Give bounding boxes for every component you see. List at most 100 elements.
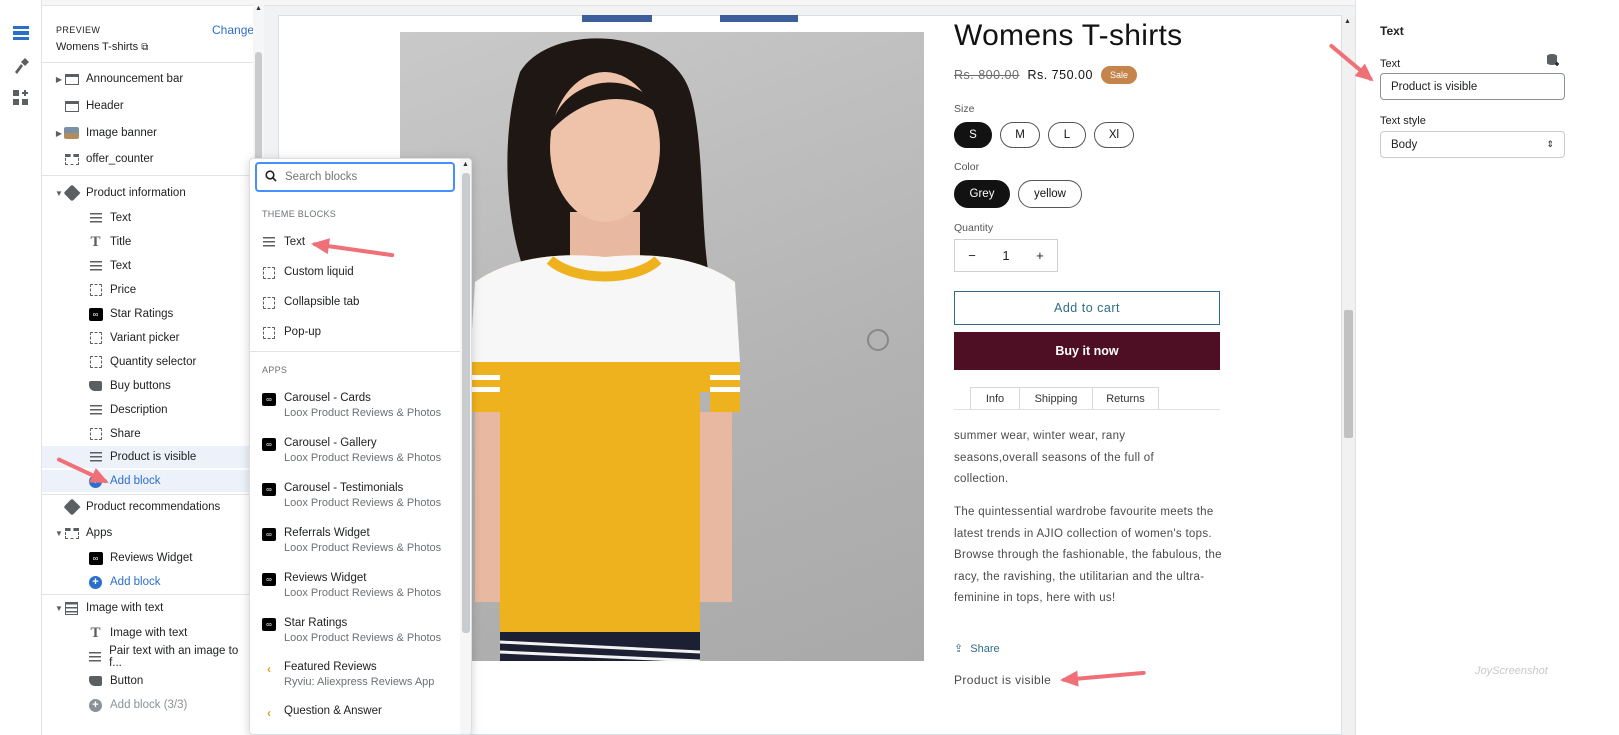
search-input[interactable] [285,171,435,183]
theme-settings-icon[interactable] [10,55,32,77]
size-option-m[interactable]: M [1000,122,1040,148]
scroll-up-icon[interactable]: ▲ [1344,18,1351,25]
scroll-up-icon[interactable]: ▲ [462,161,469,168]
scroll-up-icon[interactable]: ▲ [255,5,262,12]
caret-down-icon: ▼ [55,603,63,613]
block-icon [89,332,102,344]
search-field[interactable] [255,162,455,192]
preview-label: PREVIEW [56,25,101,35]
block-text-2[interactable]: Text [42,255,252,277]
color-option-yellow[interactable]: yellow [1018,180,1082,208]
section-apps[interactable]: ▼ Apps [42,522,252,544]
text-setting-label: Text [1380,58,1401,70]
app-block-referrals-widget[interactable]: ∞ Referrals Widget Loox Product Reviews & … [262,527,457,554]
editor-rail [0,0,42,735]
block-variant-picker[interactable]: Variant picker [42,327,252,349]
text-icon [88,652,101,662]
app-block-reviews-widget[interactable]: ∞ Reviews Widget Loox Product Reviews & Ph… [262,572,457,599]
block-pair-text[interactable]: Pair text with an image to f... [42,645,252,669]
loox-app-icon: ∞ [262,438,276,451]
price-block: Rs. 800.00 Rs. 750.00 [954,68,1093,82]
app-block-carousel-gallery[interactable]: ∞ Carousel - Gallery Loox Product Reviews … [262,437,457,464]
block-icon [89,284,102,296]
tab-info[interactable]: Info [970,387,1020,410]
text-style-select[interactable]: Body ⇕ [1380,131,1565,158]
buy-it-now-button[interactable]: Buy it now [954,332,1220,370]
top-strip [264,0,1355,6]
image-with-text-icon [65,601,78,615]
app-block-question-answer[interactable]: ‹ Question & Answer [262,705,457,720]
size-option-l[interactable]: L [1048,122,1086,148]
popup-divider [250,351,471,352]
quantity-input[interactable]: 1 [1002,248,1009,263]
add-block-button-apps[interactable]: + Add block [42,571,252,593]
add-to-cart-button[interactable]: Add to cart [954,291,1220,325]
image-thumb-icon [64,127,79,139]
section-announcement-bar[interactable]: ▶ Announcement bar [42,68,252,90]
settings-title: Text [1380,24,1404,38]
ryviu-app-icon: ‹ [267,706,271,720]
app-block-star-ratings[interactable]: ∞ Star Ratings Loox Product Reviews & Phot… [262,617,457,644]
block-price[interactable]: Price [42,279,252,301]
section-icon [64,100,79,112]
app-embeds-icon[interactable] [10,87,32,109]
size-option-xl[interactable]: Xl [1094,122,1134,148]
canvas-scrollbar-thumb[interactable] [1344,310,1353,438]
quantity-minus-button[interactable]: − [968,248,976,263]
custom-text-block: Product is visible [954,673,1052,687]
block-icon [263,297,275,309]
section-product-recommendations[interactable]: Product recommendations [42,496,252,518]
block-button[interactable]: Button [42,670,252,692]
block-icon [89,356,102,368]
block-quantity-selector[interactable]: Quantity selector [42,351,252,373]
section-image-banner[interactable]: ▶ Image banner [42,122,252,144]
ryviu-app-icon: ‹ [267,662,271,676]
theme-block-collapsible-tab[interactable]: Collapsible tab [262,296,457,309]
popup-scrollbar-thumb[interactable] [462,173,470,633]
quantity-plus-button[interactable]: + [1036,248,1044,263]
size-option-s[interactable]: S [954,122,992,148]
block-icon [263,327,275,339]
section-image-with-text[interactable]: ▼ Image with text [42,597,252,619]
share-button[interactable]: ⇪ Share [954,642,1000,655]
title-icon: T [90,624,101,641]
tab-shipping[interactable]: Shipping [1019,387,1093,410]
text-setting-input[interactable]: Product is visible [1380,73,1565,100]
product-thumbnail[interactable] [720,15,798,22]
product-image[interactable] [400,32,924,661]
buy-buttons-icon [89,381,102,391]
add-block-button[interactable]: + Add block [42,470,252,492]
dynamic-source-icon[interactable] [1546,53,1560,70]
block-reviews-widget[interactable]: ∞ Reviews Widget [42,547,252,569]
theme-block-popup[interactable]: Pop-up [262,326,457,339]
block-buy-buttons[interactable]: Buy buttons [42,375,252,397]
loox-app-icon: ∞ [262,483,276,496]
block-title[interactable]: T Title [42,231,252,253]
change-preview-link[interactable]: Change [212,23,254,37]
block-text[interactable]: Text [42,207,252,229]
section-header[interactable]: Header [42,95,252,117]
search-icon [265,169,277,185]
block-description[interactable]: Description [42,399,252,421]
text-icon [89,213,102,223]
product-thumbnail[interactable] [582,15,652,22]
theme-block-text[interactable]: Text [262,236,457,248]
caret-right-icon: ▶ [55,128,63,138]
block-icon [89,428,102,440]
app-block-carousel-testimonials[interactable]: ∞ Carousel - Testimonials Loox Product Rev… [262,482,457,509]
block-star-ratings[interactable]: ∞ Star Ratings [42,303,252,325]
sections-icon[interactable] [10,22,32,44]
app-block-featured-reviews[interactable]: ‹ Featured Reviews Ryviu: Aliexpress Revie… [262,661,457,688]
tab-returns[interactable]: Returns [1092,387,1159,410]
sale-badge: Sale [1101,66,1138,84]
section-product-information[interactable]: ▼ Product information [42,182,252,204]
add-block-popover: THEME BLOCKS Text Custom liquid Collapsi… [249,158,472,735]
app-block-carousel-cards[interactable]: ∞ Carousel - Cards Loox Product Reviews & … [262,392,457,419]
quantity-label: Quantity [954,222,994,234]
block-image-with-text-heading[interactable]: T Image with text [42,622,252,644]
theme-block-custom-liquid[interactable]: Custom liquid [262,266,457,279]
block-share[interactable]: Share [42,423,252,445]
preview-product[interactable]: Womens T-shirts ⧉ [56,41,148,53]
section-offer-counter[interactable]: offer_counter [42,148,252,170]
color-option-grey[interactable]: Grey [954,180,1010,208]
